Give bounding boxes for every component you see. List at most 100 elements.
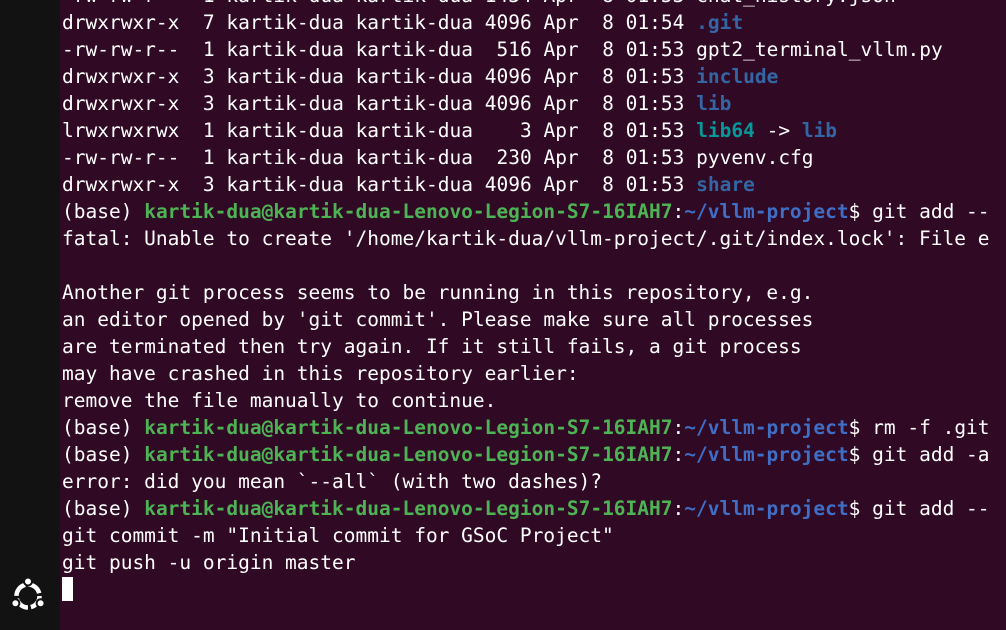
symlink-target: lib [801,119,838,142]
prompt-path: ~/vllm-project [684,200,849,223]
listing-group: kartik-dua [355,146,473,169]
listing-month: Apr [543,173,579,196]
listing-links: 3 [202,173,215,196]
conda-env: (base) [62,200,133,223]
prompt-separator: : [672,200,685,223]
output-line: fatal: Unable to create '/home/kartik-du… [62,227,990,250]
listing-size: 4096 [484,92,532,115]
prompt-separator: : [672,416,685,439]
listing-perm: drwxrwxr-x [62,11,180,34]
listing-day: 8 [602,146,614,169]
listing-group: kartik-dua [355,11,473,34]
listing-month: Apr [543,38,579,61]
listing-owner: kartik-dua [226,173,344,196]
prompt-line: (base) kartik-dua@kartik-dua-Lenovo-Legi… [62,495,1006,522]
listing-perm: drwxrwxr-x [62,173,180,196]
terminal-output[interactable]: -rw-rw-r-- 1 kartik-dua kartik-dua 1434 … [62,0,1006,630]
prompt-path: ~/vllm-project [684,497,849,520]
prompt-separator: : [672,443,685,466]
prompt-line: (base) kartik-dua@kartik-dua-Lenovo-Legi… [62,198,1006,225]
listing-perm: lrwxrwxrwx [62,119,180,142]
listing-day: 8 [602,38,614,61]
listing-perm: drwxrwxr-x [62,92,180,115]
dock [0,0,60,630]
listing-links: 1 [202,38,215,61]
output-line: are terminated then try again. If it sti… [62,335,802,358]
prompt-command: rm -f .git [872,416,990,439]
conda-env: (base) [62,416,133,439]
output-line: may have crashed in this repository earl… [62,362,579,385]
listing-row: -rw-rw-r-- 1 kartik-dua kartik-dua 1434 … [62,0,1006,9]
prompt-command: git add -- [872,200,990,223]
listing-owner: kartik-dua [226,11,344,34]
text-cursor[interactable] [62,577,73,601]
listing-owner: kartik-dua [226,65,344,88]
listing-perm: -rw-rw-r-- [62,0,179,7]
listing-owner: kartik-dua [226,0,343,7]
listing-day: 8 [602,11,614,34]
conda-env: (base) [62,443,133,466]
listing-row: drwxrwxr-x 3 kartik-dua kartik-dua 4096 … [62,90,1006,117]
listing-day: 8 [602,65,614,88]
prompt-dollar: $ [848,443,861,466]
listing-time: 01:54 [625,11,685,34]
listing-size: 3 [519,119,532,142]
listing-group: kartik-dua [355,173,473,196]
listing-group: kartik-dua [355,119,473,142]
listing-time: 01:53 [626,0,685,7]
listing-size: 4096 [484,65,532,88]
symlink-arrow: -> [766,119,791,142]
listing-name: pyvenv.cfg [696,146,814,169]
listing-row: lrwxrwxrwx 1 kartik-dua kartik-dua 3 Apr… [62,117,1006,144]
listing-row: -rw-rw-r-- 1 kartik-dua kartik-dua 230 A… [62,144,1006,171]
prompt-dollar: $ [848,416,861,439]
listing-time: 01:53 [625,173,685,196]
listing-links: 3 [202,65,215,88]
prompt-command: git add -- [872,497,990,520]
output-line: Another git process seems to be running … [62,281,814,304]
listing-group: kartik-dua [356,0,473,7]
listing-size: 4096 [484,11,532,34]
prompt-path: ~/vllm-project [684,443,849,466]
listing-day: 8 [602,119,614,142]
listing-time: 01:53 [625,92,685,115]
listing-links: 7 [202,11,215,34]
listing-name: .git [696,11,744,34]
listing-owner: kartik-dua [226,119,344,142]
listing-row: -rw-rw-r-- 1 kartik-dua kartik-dua 516 A… [62,36,1006,63]
listing-name: lib64 [696,119,755,142]
output-line: git commit -m "Initial commit for GSoC P… [62,524,614,547]
ubuntu-logo-icon[interactable] [8,576,48,616]
listing-perm: -rw-rw-r-- [62,146,180,169]
listing-group: kartik-dua [355,65,473,88]
listing-name: share [696,173,755,196]
conda-env: (base) [62,497,133,520]
listing-name: include [696,65,779,88]
listing-size: 1434 [485,0,532,7]
listing-owner: kartik-dua [226,146,344,169]
output-line: remove the file manually to continue. [62,389,497,412]
prompt-user-host: kartik-dua@kartik-dua-Lenovo-Legion-S7-1… [144,497,673,520]
listing-time: 01:53 [625,65,685,88]
listing-row: drwxrwxr-x 7 kartik-dua kartik-dua 4096 … [62,9,1006,36]
listing-links: 1 [203,0,215,7]
listing-name: lib [696,92,732,115]
listing-time: 01:53 [625,119,685,142]
listing-name: gpt2_terminal_vllm.py [696,38,943,61]
cursor-line[interactable] [62,576,1006,603]
prompt-user-host: kartik-dua@kartik-dua-Lenovo-Legion-S7-1… [144,200,673,223]
prompt-user-host: kartik-dua@kartik-dua-Lenovo-Legion-S7-1… [144,443,673,466]
output-line: git push -u origin master [62,551,356,574]
prompt-dollar: $ [848,200,861,223]
listing-perm: -rw-rw-r-- [62,38,180,61]
listing-month: Apr [543,146,579,169]
listing-day: 8 [602,0,614,7]
listing-time: 01:53 [625,38,685,61]
listing-group: kartik-dua [355,92,473,115]
listing-month: Apr [543,11,579,34]
listing-owner: kartik-dua [226,38,344,61]
listing-row: drwxrwxr-x 3 kartik-dua kartik-dua 4096 … [62,63,1006,90]
prompt-path: ~/vllm-project [684,416,849,439]
listing-month: Apr [543,0,578,7]
